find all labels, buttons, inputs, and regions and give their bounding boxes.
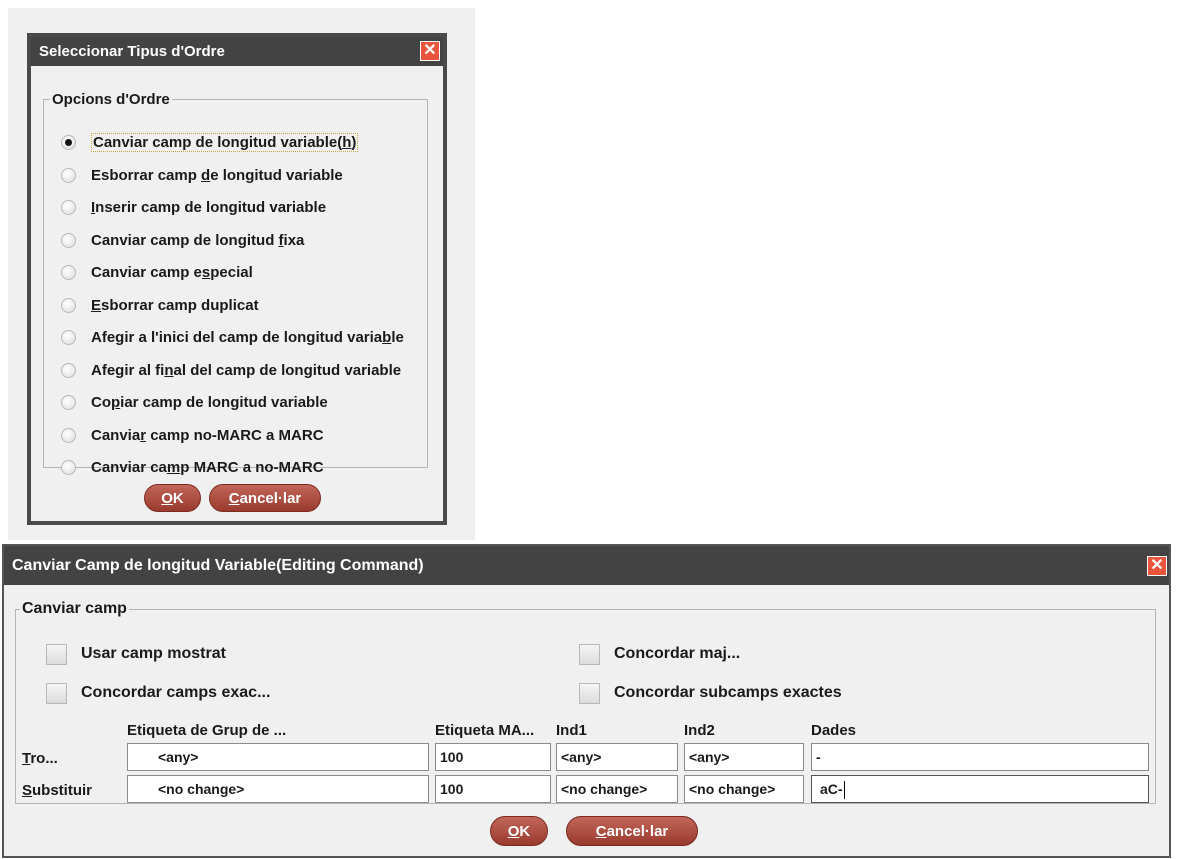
option-change-variable-field[interactable]: Canviar camp de longitud variable(h)	[61, 129, 359, 155]
dialog-frame: Seleccionar Tipus d'Ordre ✕ Opcions d'Or…	[27, 33, 447, 525]
option-label: Copiar camp de longitud variable	[91, 393, 328, 411]
column-header-ind1: Ind1	[556, 722, 587, 739]
radio-button[interactable]	[61, 232, 76, 248]
dialog-titlebar: Seleccionar Tipus d'Ordre ✕	[31, 37, 443, 66]
option-change-special-field[interactable]: Canviar camp especial	[61, 259, 253, 285]
find-ind1-field[interactable]: <any>	[556, 743, 678, 771]
radio-button[interactable]	[61, 427, 76, 443]
group-label: Canviar camp	[22, 600, 127, 617]
close-icon[interactable]: ✕	[1147, 556, 1167, 576]
change-field-group: Canviar camp Usar camp mostrat Concordar…	[15, 600, 1156, 804]
dialog-title: Canviar Camp de longitud Variable(Editin…	[12, 557, 424, 574]
option-label: Canviar camp MARC a no-MARC	[91, 458, 324, 476]
option-label: Esborrar camp de longitud variable	[91, 166, 343, 184]
checkbox-label: Usar camp mostrat	[81, 645, 226, 662]
dialog-titlebar: Canviar Camp de longitud Variable(Editin…	[4, 546, 1169, 585]
row-label-replace: Substituir	[22, 782, 93, 799]
match-exact-subfields-checkbox[interactable]: Concordar subcamps exactes	[579, 679, 842, 707]
checkbox[interactable]	[46, 682, 67, 704]
replace-ind2-field[interactable]: <no change>	[684, 775, 804, 803]
use-shown-field-checkbox[interactable]: Usar camp mostrat	[46, 640, 226, 668]
option-marc-to-nonmarc[interactable]: Canviar camp MARC a no-MARC	[61, 454, 324, 480]
row-label-find: Tro...	[22, 750, 58, 767]
column-header-group-tag: Etiqueta de Grup de ...	[127, 722, 287, 739]
radio-button[interactable]	[61, 297, 76, 313]
find-data-field[interactable]: -	[811, 743, 1149, 771]
radio-button[interactable]	[61, 394, 76, 410]
option-label: Canviar camp de longitud fixa	[91, 231, 305, 249]
option-copy-variable-field[interactable]: Copiar camp de longitud variable	[61, 389, 328, 415]
ok-button[interactable]: OK	[490, 816, 548, 846]
dialog-title: Seleccionar Tipus d'Ordre	[39, 43, 225, 60]
find-marc-tag-field[interactable]: 100	[435, 743, 551, 771]
option-change-fixed-field[interactable]: Canviar camp de longitud fixa	[61, 227, 304, 253]
radio-button[interactable]	[61, 167, 76, 183]
edit-command-dialog: Canviar Camp de longitud Variable(Editin…	[2, 544, 1171, 858]
replace-data-value: aC-	[820, 781, 843, 797]
cancel-button[interactable]: Cancel·lar	[566, 816, 698, 846]
radio-button[interactable]	[61, 134, 76, 150]
text-caret	[843, 781, 845, 800]
option-delete-duplicate-field[interactable]: Esborrar camp duplicat	[61, 292, 259, 318]
checkbox-label: Concordar camps exac...	[81, 684, 271, 701]
option-label: Inserir camp de longitud variable	[91, 198, 327, 216]
checkbox[interactable]	[46, 643, 67, 665]
radio-button[interactable]	[61, 459, 76, 475]
replace-data-field[interactable]: aC-	[811, 775, 1149, 803]
select-command-type-dialog: Seleccionar Tipus d'Ordre ✕ Opcions d'Or…	[8, 8, 475, 540]
checkbox[interactable]	[579, 682, 600, 704]
option-insert-variable-field[interactable]: Inserir camp de longitud variable	[61, 194, 326, 220]
option-prepend-variable-field[interactable]: Afegir a l'inici del camp de longitud va…	[61, 324, 404, 350]
radio-button[interactable]	[61, 199, 76, 215]
replace-ind1-field[interactable]: <no change>	[556, 775, 678, 803]
option-label: Canviar camp de longitud variable(h)	[91, 132, 359, 152]
option-append-variable-field[interactable]: Afegir al final del camp de longitud var…	[61, 357, 401, 383]
option-label: Canviar camp no-MARC a MARC	[91, 426, 324, 444]
close-icon[interactable]: ✕	[420, 41, 440, 61]
option-label: Afegir al final del camp de longitud var…	[91, 361, 402, 379]
find-ind2-field[interactable]: <any>	[684, 743, 804, 771]
radio-button[interactable]	[61, 329, 76, 345]
command-options-group: Opcions d'Ordre Canviar camp de longitud…	[43, 91, 428, 476]
replace-group-tag-field[interactable]: <no change>	[127, 775, 429, 803]
group-label: Opcions d'Ordre	[52, 91, 170, 108]
option-nonmarc-to-marc[interactable]: Canviar camp no-MARC a MARC	[61, 422, 324, 448]
checkbox-label: Concordar maj...	[614, 645, 741, 662]
option-delete-variable-field[interactable]: Esborrar camp de longitud variable	[61, 162, 343, 188]
checkbox[interactable]	[579, 643, 600, 665]
checkbox-label: Concordar subcamps exactes	[614, 684, 842, 701]
column-header-data: Dades	[811, 722, 857, 739]
ok-button[interactable]: OK	[144, 484, 201, 512]
option-label: Esborrar camp duplicat	[91, 296, 259, 314]
match-case-checkbox[interactable]: Concordar maj...	[579, 640, 740, 668]
column-header-marc-tag: Etiqueta MA...	[435, 722, 535, 739]
find-group-tag-field[interactable]: <any>	[127, 743, 429, 771]
cancel-button[interactable]: Cancel·lar	[209, 484, 321, 512]
match-exact-fields-checkbox[interactable]: Concordar camps exac...	[46, 679, 270, 707]
option-label: Canviar camp especial	[91, 263, 253, 281]
option-label: Afegir a l'inici del camp de longitud va…	[91, 328, 404, 346]
column-header-ind2: Ind2	[684, 722, 715, 739]
radio-button[interactable]	[61, 264, 76, 280]
replace-marc-tag-field[interactable]: 100	[435, 775, 551, 803]
radio-button[interactable]	[61, 362, 76, 378]
